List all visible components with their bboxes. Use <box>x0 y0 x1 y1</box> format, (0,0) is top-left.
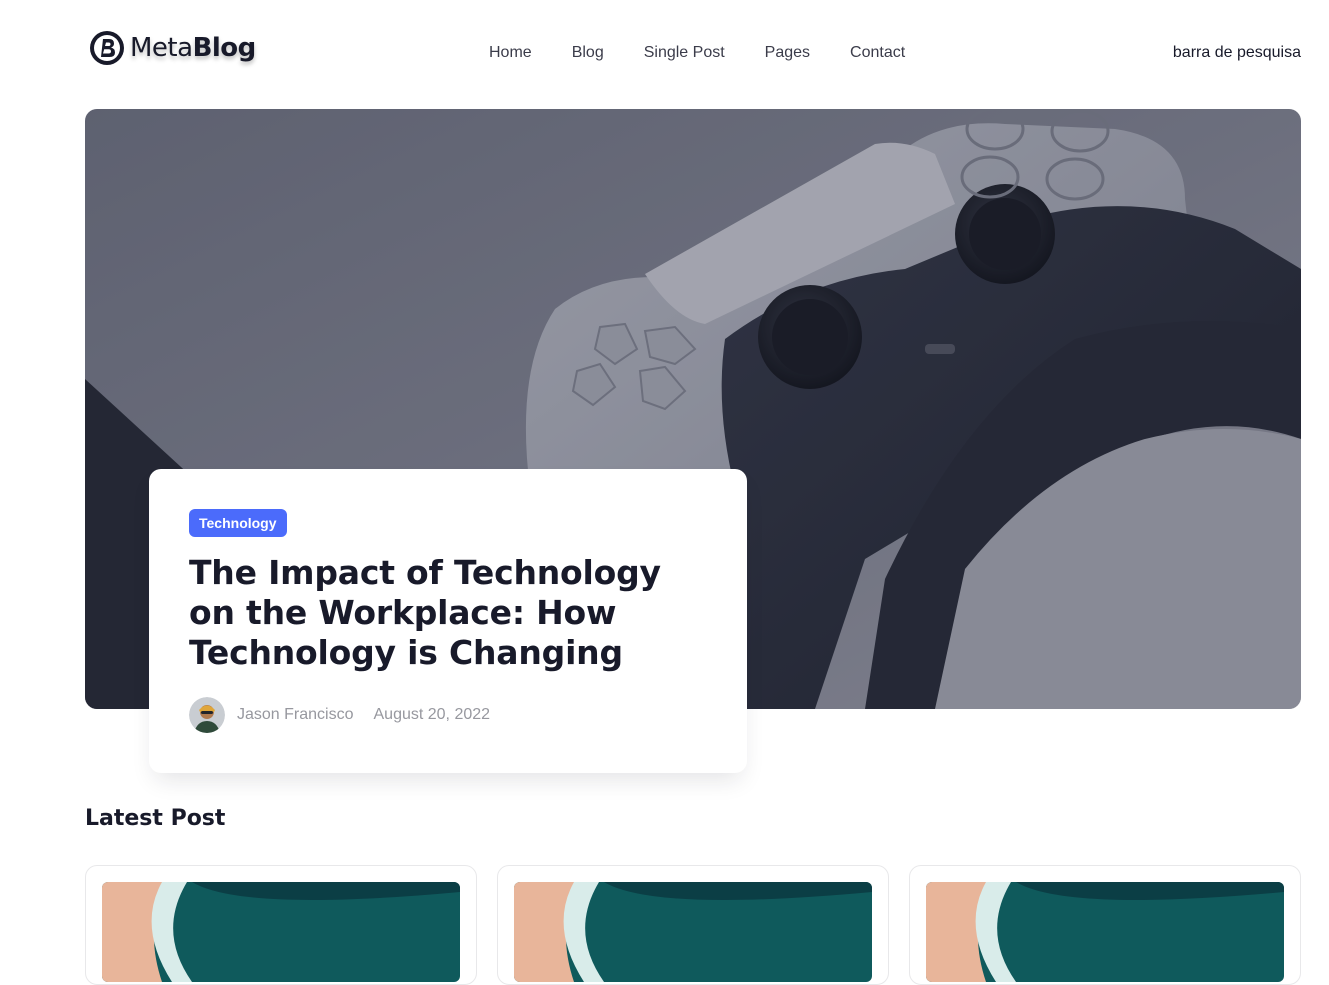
featured-post-card[interactable]: Technology The Impact of Technology on t… <box>149 469 747 773</box>
category-badge[interactable]: Technology <box>189 509 287 537</box>
post-card[interactable] <box>909 865 1301 985</box>
nav-blog[interactable]: Blog <box>572 42 604 64</box>
featured-post-title[interactable]: The Impact of Technology on the Workplac… <box>189 553 707 673</box>
post-card[interactable] <box>85 865 477 985</box>
logo-icon <box>90 31 124 65</box>
nav-pages[interactable]: Pages <box>765 42 810 64</box>
post-thumbnail[interactable] <box>102 882 460 982</box>
nav-single-post[interactable]: Single Post <box>644 42 725 64</box>
post-thumbnail[interactable] <box>926 882 1284 982</box>
post-date: August 20, 2022 <box>373 706 491 723</box>
author-avatar[interactable] <box>189 697 225 733</box>
site-logo[interactable]: MetaBlog <box>88 28 256 68</box>
latest-post-heading: Latest Post <box>85 806 226 831</box>
main-nav: Home Blog Single Post Pages Contact <box>489 42 905 64</box>
author-name[interactable]: Jason Francisco <box>237 706 354 724</box>
search-bar[interactable]: barra de pesquisa <box>1173 42 1301 64</box>
post-card[interactable] <box>497 865 889 985</box>
logo-text: MetaBlog <box>130 33 256 63</box>
post-thumbnail[interactable] <box>514 882 872 982</box>
post-meta: Jason Francisco August 20, 2022 <box>189 697 490 733</box>
site-header: MetaBlog Home Blog Single Post Pages Con… <box>0 0 1329 100</box>
nav-contact[interactable]: Contact <box>850 42 905 64</box>
nav-home[interactable]: Home <box>489 42 532 64</box>
